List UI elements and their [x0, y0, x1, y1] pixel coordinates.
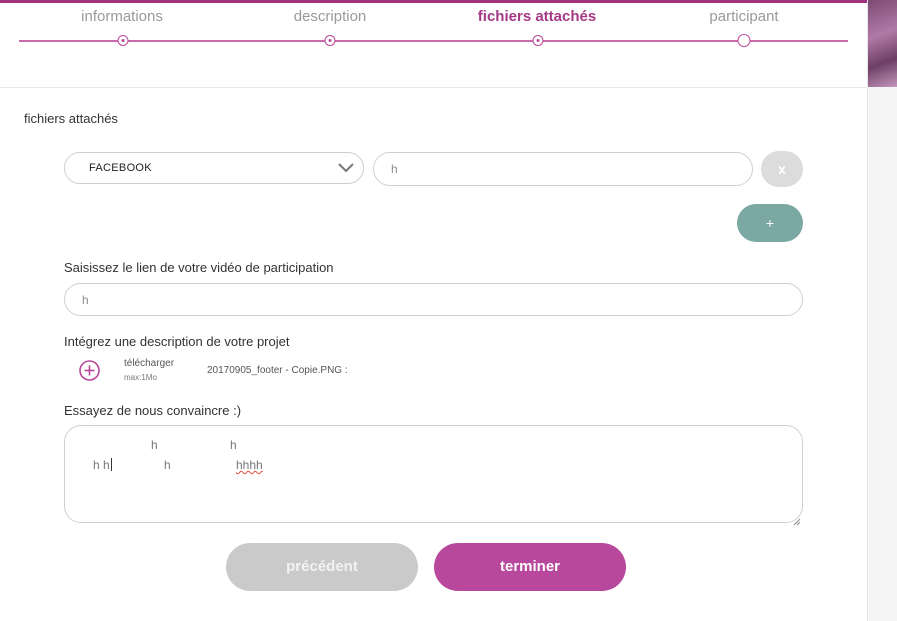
- stepper-line: [19, 40, 848, 42]
- description-file-label: Intégrez une description de votre projet: [64, 334, 290, 349]
- network-select[interactable]: FACEBOOK: [64, 152, 364, 184]
- uploaded-file-name: 20170905_footer - Copie.PNG :: [207, 365, 348, 376]
- close-icon: x: [778, 161, 786, 177]
- pitch-text-fragment: h: [230, 438, 237, 452]
- link-url-input[interactable]: h: [373, 152, 753, 186]
- pitch-textarea[interactable]: [64, 425, 803, 523]
- step-dot-participant[interactable]: [737, 34, 751, 47]
- previous-button[interactable]: précédent: [226, 543, 418, 591]
- side-image: [868, 0, 897, 87]
- link-url-value: h: [391, 162, 398, 176]
- video-link-input[interactable]: h: [64, 283, 803, 316]
- step-description[interactable]: description: [294, 8, 367, 25]
- text-caret: [111, 458, 112, 471]
- step-dot-informations[interactable]: [117, 35, 129, 46]
- add-link-button[interactable]: +: [737, 204, 803, 242]
- upload-link[interactable]: télécharger: [124, 358, 174, 369]
- pitch-label: Essayez de nous convaincre :): [64, 403, 242, 418]
- pitch-text-fragment: h: [164, 458, 171, 472]
- pitch-text-fragment: h: [151, 438, 158, 452]
- section-title: fichiers attachés: [24, 111, 118, 126]
- step-fichiers-attaches[interactable]: fichiers attachés: [478, 8, 596, 25]
- finish-button[interactable]: terminer: [434, 543, 626, 591]
- chevron-down-icon: [337, 161, 355, 180]
- resize-handle-icon[interactable]: [793, 513, 801, 526]
- side-panel: [867, 0, 897, 621]
- remove-link-button[interactable]: x: [761, 151, 803, 187]
- step-informations[interactable]: informations: [81, 8, 163, 25]
- upload-size-hint: max:1Mo: [124, 373, 157, 382]
- pitch-text-fragment: hhhh: [236, 458, 263, 472]
- plus-icon: +: [765, 215, 775, 231]
- upload-plus-icon[interactable]: [79, 360, 100, 381]
- stepper: informations description fichiers attach…: [0, 3, 866, 88]
- step-participant[interactable]: participant: [709, 8, 778, 25]
- video-link-value: h: [82, 293, 89, 307]
- step-dot-description[interactable]: [324, 35, 336, 46]
- video-link-label: Saisissez le lien de votre vidéo de part…: [64, 260, 334, 275]
- network-select-value: FACEBOOK: [89, 162, 152, 174]
- pitch-text-fragment: h h: [93, 458, 110, 472]
- step-dot-fichiers-attaches[interactable]: [532, 35, 544, 46]
